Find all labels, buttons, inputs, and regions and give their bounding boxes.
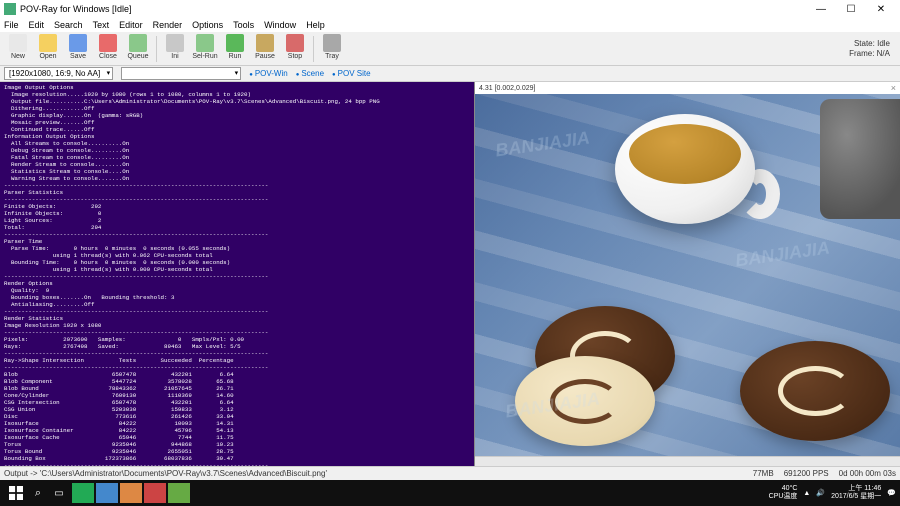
taskbar-app-2[interactable] (96, 483, 118, 503)
menu-render[interactable]: Render (153, 20, 183, 30)
menu-text[interactable]: Text (93, 20, 110, 30)
run-button[interactable]: Run (221, 34, 249, 64)
taskbar-app-3[interactable] (120, 483, 142, 503)
status-output-path: Output -> 'C:\Users\Administrator\Docume… (4, 469, 753, 478)
main-area: Image Output Options Image resolution...… (0, 82, 900, 466)
menu-file[interactable]: File (4, 20, 19, 30)
tray-clock[interactable]: 上午 11:46 2017/6/5 星期一 (831, 485, 881, 501)
status-pps: 691200 PPS (784, 469, 829, 478)
app-icon (4, 3, 16, 15)
tray-volume-icon[interactable]: 🔊 (816, 489, 825, 497)
task-view-icon[interactable]: ▭ (48, 483, 70, 503)
render-output-image: BANJIAJIA BANJIAJIA BANJIAJIA (475, 94, 900, 456)
maximize-button[interactable]: ☐ (836, 0, 866, 18)
search-icon[interactable]: ⌕ (28, 487, 48, 500)
ini-button[interactable]: Ini (161, 34, 189, 64)
statusbar: Output -> 'C:\Users\Administrator\Docume… (0, 466, 900, 480)
taskbar-app-5[interactable] (168, 483, 190, 503)
menu-window[interactable]: Window (264, 20, 296, 30)
new-button[interactable]: New (4, 34, 32, 64)
minimize-button[interactable]: — (806, 0, 836, 18)
menu-help[interactable]: Help (306, 20, 325, 30)
render-scrollbar-h[interactable] (475, 456, 900, 466)
render-pane: 4.31 [0.002,0.029] × BANJIAJIA BANJIAJIA… (474, 82, 900, 466)
tray-notifications-icon[interactable]: 💬 (887, 489, 896, 497)
start-button[interactable] (4, 483, 28, 503)
menu-options[interactable]: Options (192, 20, 223, 30)
sel-run-button[interactable]: Sel-Run (191, 34, 219, 64)
taskbar-app-4[interactable] (144, 483, 166, 503)
render-window-title: 4.31 [0.002,0.029] × (475, 82, 900, 94)
menu-search[interactable]: Search (54, 20, 83, 30)
save-button[interactable]: Save (64, 34, 92, 64)
menu-tools[interactable]: Tools (233, 20, 254, 30)
render-state: State: Idle Frame: N/A (849, 39, 896, 59)
status-elapsed: 0d 00h 00m 03s (839, 469, 896, 478)
link-povwin[interactable]: POV-Win (249, 69, 288, 78)
resolution-preset-dropdown[interactable]: [1920x1080, 16:9, No AA] (4, 67, 113, 80)
tray-temp[interactable]: 40°C CPU温度 (769, 485, 798, 501)
sub-toolbar: [1920x1080, 16:9, No AA] POV-Win Scene P… (0, 66, 900, 82)
menubar: File Edit Search Text Editor Render Opti… (0, 18, 900, 32)
toolbar: New Open Save Close Queue Ini Sel-Run Ru… (0, 32, 900, 66)
window-title: POV-Ray for Windows [Idle] (20, 4, 806, 14)
tray-button[interactable]: Tray (318, 34, 346, 64)
stop-button[interactable]: Stop (281, 34, 309, 64)
pause-button[interactable]: Pause (251, 34, 279, 64)
taskbar: ⌕ ▭ 40°C CPU温度 ▲ 🔊 上午 11:46 2017/6/5 星期一… (0, 480, 900, 506)
menu-editor[interactable]: Editor (119, 20, 143, 30)
link-povsite[interactable]: POV Site (332, 69, 371, 78)
command-line-input[interactable] (121, 67, 241, 80)
message-console[interactable]: Image Output Options Image resolution...… (0, 82, 474, 466)
render-close-button[interactable]: × (891, 83, 896, 93)
tray-network-icon[interactable]: ▲ (803, 490, 810, 497)
close-button[interactable]: ✕ (866, 0, 896, 18)
status-memory: 77MB (753, 469, 774, 478)
taskbar-app-1[interactable] (72, 483, 94, 503)
close-file-button[interactable]: Close (94, 34, 122, 64)
titlebar: POV-Ray for Windows [Idle] — ☐ ✕ (0, 0, 900, 18)
link-scene[interactable]: Scene (296, 69, 324, 78)
menu-edit[interactable]: Edit (29, 20, 45, 30)
open-button[interactable]: Open (34, 34, 62, 64)
queue-button[interactable]: Queue (124, 34, 152, 64)
